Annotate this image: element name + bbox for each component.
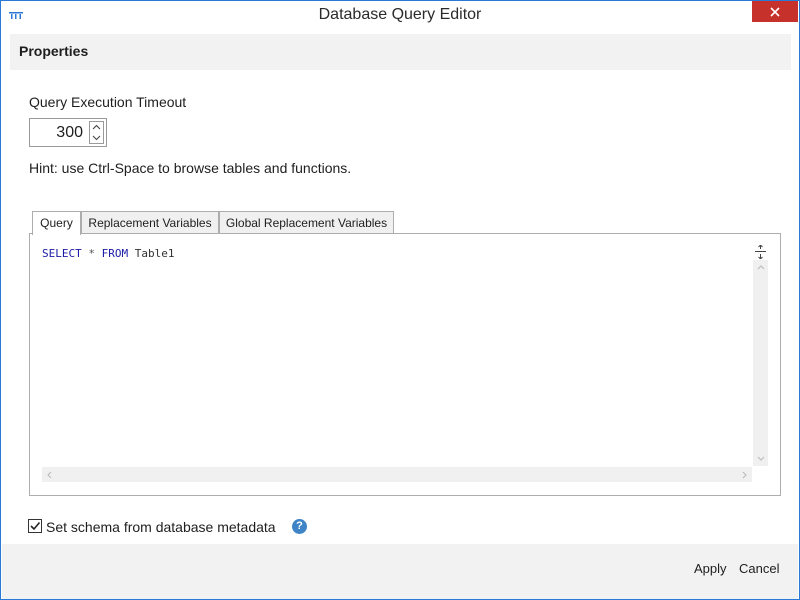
query-editor-panel: SELECT * FROM Table1: [29, 233, 781, 496]
timeout-spinner[interactable]: 300: [29, 118, 107, 147]
cancel-button[interactable]: Cancel: [739, 561, 779, 576]
chevron-right-icon: [742, 471, 747, 478]
code-token-from: FROM: [101, 247, 129, 260]
timeout-value[interactable]: 300: [30, 124, 83, 142]
split-handle-icon[interactable]: [754, 245, 767, 259]
help-icon[interactable]: ?: [292, 519, 307, 534]
window-title: Database Query Editor: [318, 6, 482, 23]
chevron-down-icon: [757, 456, 764, 461]
chevron-down-icon: [92, 135, 101, 141]
scroll-up-button[interactable]: [753, 260, 768, 275]
dialog-footer: Apply Cancel: [2, 544, 798, 599]
scroll-down-button[interactable]: [753, 451, 768, 466]
properties-header: Properties: [10, 34, 791, 70]
chevron-up-icon: [92, 124, 101, 130]
spinner-down-button[interactable]: [90, 133, 103, 143]
scroll-right-button[interactable]: [737, 467, 752, 482]
properties-title: Properties: [19, 43, 89, 59]
chevron-left-icon: [47, 471, 52, 478]
code-token-select: SELECT: [42, 247, 82, 260]
schema-checkbox[interactable]: [28, 519, 42, 533]
tab-replacement-variables[interactable]: Replacement Variables: [81, 211, 219, 234]
title-bar: Database Query Editor: [1, 1, 799, 31]
query-code-editor[interactable]: SELECT * FROM Table1: [42, 247, 174, 260]
tab-query[interactable]: Query: [32, 211, 81, 235]
hint-text: Hint: use Ctrl-Space to browse tables an…: [29, 160, 352, 176]
scroll-left-button[interactable]: [42, 467, 57, 482]
tab-global-replacement-variables[interactable]: Global Replacement Variables: [219, 211, 394, 234]
close-icon: [770, 6, 780, 17]
close-button[interactable]: [752, 1, 798, 22]
code-token-table: Table1: [128, 247, 175, 260]
schema-checkbox-label[interactable]: Set schema from database metadata: [46, 519, 276, 535]
chevron-up-icon: [757, 265, 764, 270]
database-query-editor-window: Database Query Editor Properties Query E…: [0, 0, 800, 600]
code-token-star: *: [81, 247, 102, 260]
horizontal-scrollbar[interactable]: [42, 467, 752, 482]
spinner-up-button[interactable]: [90, 122, 103, 132]
apply-button[interactable]: Apply: [694, 561, 727, 576]
vertical-scrollbar[interactable]: [753, 260, 768, 466]
checkmark-icon: [30, 521, 41, 531]
spinner-arrows: [89, 121, 104, 144]
timeout-label: Query Execution Timeout: [29, 94, 187, 110]
